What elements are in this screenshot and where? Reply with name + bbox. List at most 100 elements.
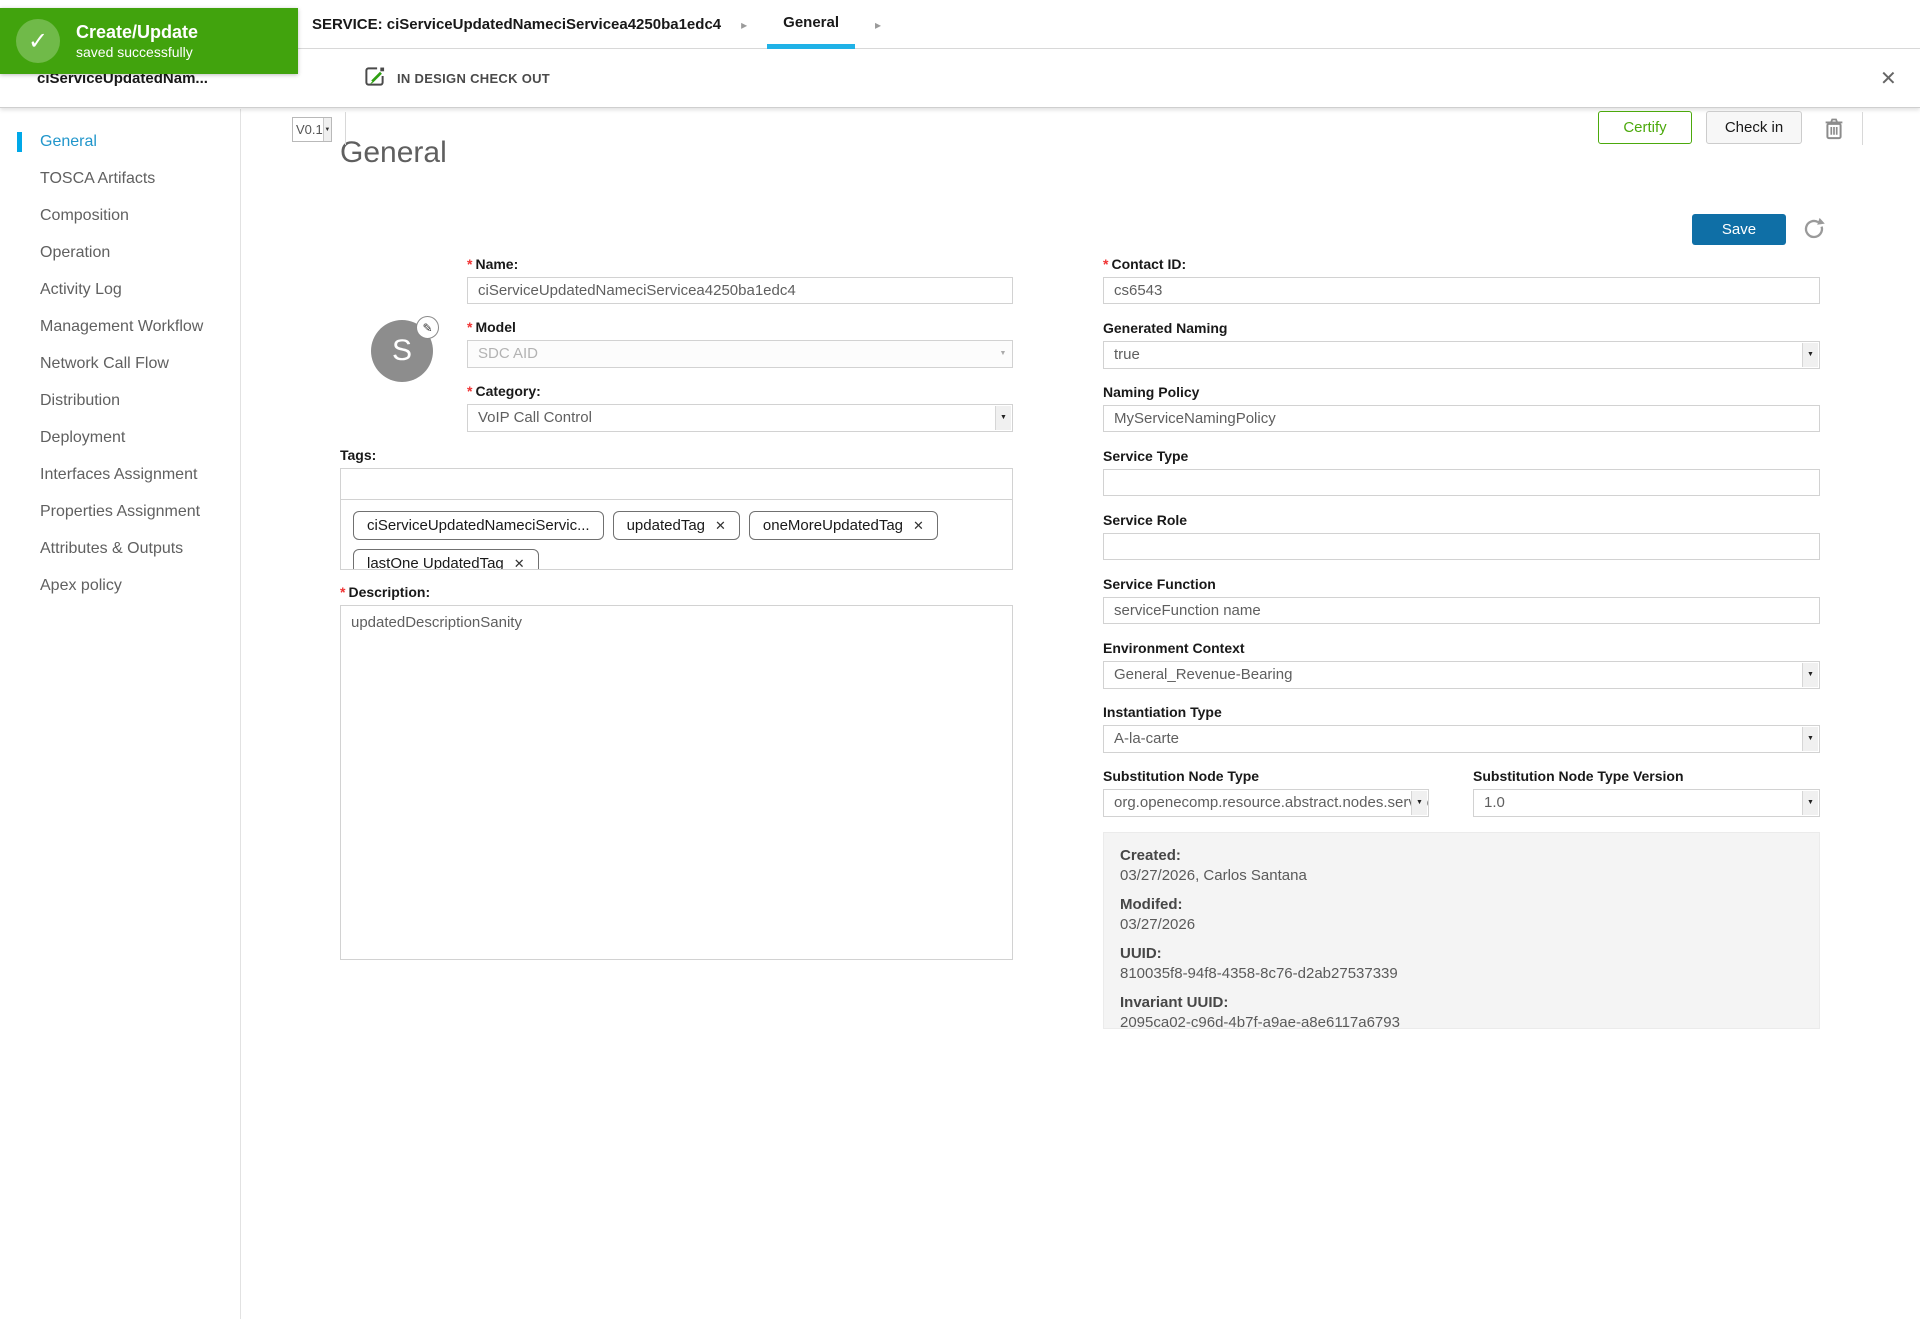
environment-context-label: Environment Context <box>1103 640 1245 656</box>
checkout-icon <box>362 64 387 94</box>
chevron-down-icon: ▼ <box>1802 663 1818 687</box>
tag-chip: updatedTag ✕ <box>612 511 740 540</box>
toast-title: Create/Update <box>76 21 199 42</box>
check-in-button[interactable]: Check in <box>1706 111 1802 144</box>
name-field-group: * Name: <box>467 255 1013 304</box>
tag-chip: ciServiceUpdatedNameciServic... <box>353 511 604 540</box>
version-select[interactable]: V0.1 ▼ <box>292 117 332 142</box>
generated-naming-label: Generated Naming <box>1103 320 1228 336</box>
breadcrumb-service[interactable]: SERVICE: ciServiceUpdatedNameciServicea4… <box>312 16 721 33</box>
sidebar-item-network-call-flow[interactable]: Network Call Flow <box>0 345 240 382</box>
contact-id-label: Contact ID: <box>1111 256 1187 272</box>
toast-text: Create/Update saved successfully <box>76 22 198 61</box>
sidebar-item-tosca-artifacts[interactable]: TOSCA Artifacts <box>0 160 240 197</box>
name-input[interactable] <box>467 277 1013 304</box>
category-value: VoIP Call Control <box>478 409 592 426</box>
tag-chip: lastOne UpdatedTag ✕ <box>353 549 539 570</box>
certify-button[interactable]: Certify <box>1598 111 1692 144</box>
breadcrumb-arrow-icon: ▸ <box>875 17 882 32</box>
save-button[interactable]: Save <box>1692 214 1786 245</box>
required-asterisk: * <box>467 256 473 272</box>
version-value: V0.1 <box>296 122 323 137</box>
sidebar-item-activity-log[interactable]: Activity Log <box>0 271 240 308</box>
environment-context-field-group: Environment Context General_Revenue-Bear… <box>1103 639 1820 689</box>
model-select[interactable]: SDC AID ▼ <box>467 340 1013 368</box>
lifecycle-status-label: IN DESIGN CHECK OUT <box>397 71 551 86</box>
required-asterisk: * <box>467 319 473 335</box>
instantiation-type-label: Instantiation Type <box>1103 704 1222 720</box>
invariant-uuid-label: Invariant UUID: <box>1120 994 1229 1011</box>
chevron-down-icon: ▼ <box>999 350 1007 357</box>
sidebar-item-composition[interactable]: Composition <box>0 197 240 234</box>
required-asterisk: * <box>1103 256 1109 272</box>
sidebar-item-management-workflow[interactable]: Management Workflow <box>0 308 240 345</box>
service-role-label: Service Role <box>1103 512 1188 528</box>
tags-input[interactable] <box>341 469 1012 500</box>
sidebar-item-apex-policy[interactable]: Apex policy <box>0 567 240 604</box>
category-label: Category: <box>475 383 541 399</box>
delete-icon[interactable] <box>1824 117 1844 145</box>
tab-general[interactable]: General <box>767 0 856 49</box>
substitution-node-type-version-value: 1.0 <box>1484 794 1505 811</box>
model-label: Model <box>475 319 516 335</box>
instantiation-type-value: A-la-carte <box>1114 730 1180 747</box>
naming-policy-input[interactable] <box>1103 405 1820 432</box>
created-label: Created: <box>1120 847 1181 864</box>
generated-naming-value: true <box>1114 346 1140 363</box>
required-asterisk: * <box>467 383 473 399</box>
service-function-input[interactable] <box>1103 597 1820 624</box>
contact-id-input[interactable] <box>1103 277 1820 304</box>
instantiation-type-select[interactable]: A-la-carte ▼ <box>1103 725 1820 753</box>
sidebar-item-attributes-outputs[interactable]: Attributes & Outputs <box>0 530 240 567</box>
instantiation-type-field-group: Instantiation Type A-la-carte ▼ <box>1103 703 1820 753</box>
sidebar-item-interfaces-assignment[interactable]: Interfaces Assignment <box>0 456 240 493</box>
tags-label: Tags: <box>340 447 377 463</box>
uuid-value: 810035f8-94f8-4358-8c76-d2ab27537339 <box>1120 965 1398 982</box>
service-type-field-group: Service Type <box>1103 447 1820 496</box>
generated-naming-select[interactable]: true ▼ <box>1103 341 1820 369</box>
sidebar-item-properties-assignment[interactable]: Properties Assignment <box>0 493 240 530</box>
breadcrumb-arrow-icon: ▸ <box>741 17 748 32</box>
avatar-letter: S <box>391 334 412 367</box>
metadata-box: Created: 03/27/2026, Carlos Santana Modi… <box>1103 832 1820 1031</box>
created-value: 03/27/2026, Carlos Santana <box>1120 867 1307 884</box>
chevron-down-icon: ▼ <box>1802 791 1818 815</box>
remove-tag-icon[interactable]: ✕ <box>715 518 726 534</box>
page-title: General <box>340 136 447 169</box>
substitution-node-type-version-label: Substitution Node Type Version <box>1473 768 1684 784</box>
service-type-input[interactable] <box>1103 469 1820 496</box>
service-role-field-group: Service Role <box>1103 511 1820 560</box>
model-value: SDC AID <box>478 345 539 362</box>
service-role-input[interactable] <box>1103 533 1820 560</box>
substitution-node-type-version-field-group: Substitution Node Type Version 1.0 ▼ <box>1473 767 1820 817</box>
lifecycle-status: IN DESIGN CHECK OUT <box>362 49 550 108</box>
category-field-group: * Category: VoIP Call Control ▼ <box>467 382 1013 432</box>
revert-icon[interactable] <box>1801 216 1827 247</box>
remove-tag-icon[interactable]: ✕ <box>514 556 525 570</box>
generated-naming-field-group: Generated Naming true ▼ <box>1103 319 1820 369</box>
edit-avatar-icon[interactable]: ✎ <box>416 316 439 339</box>
environment-context-value: General_Revenue-Bearing <box>1114 666 1293 683</box>
toast-subtitle: saved successfully <box>76 43 193 60</box>
substitution-node-type-version-select[interactable]: 1.0 ▼ <box>1473 789 1820 817</box>
sidebar-item-operation[interactable]: Operation <box>0 234 240 271</box>
invariant-uuid-value: 2095ca02-c96d-4b7f-a9ae-a8e6117a6793 <box>1120 1014 1400 1031</box>
close-icon[interactable]: ✕ <box>1880 49 1897 108</box>
environment-context-select[interactable]: General_Revenue-Bearing ▼ <box>1103 661 1820 689</box>
success-check-icon: ✓ <box>16 19 60 63</box>
category-select[interactable]: VoIP Call Control ▼ <box>467 404 1013 432</box>
chevron-down-icon: ▼ <box>1802 343 1818 367</box>
description-textarea[interactable]: updatedDescriptionSanity <box>340 605 1013 960</box>
toolbar-divider <box>345 112 346 145</box>
sidebar-item-distribution[interactable]: Distribution <box>0 382 240 419</box>
sidebar-item-deployment[interactable]: Deployment <box>0 419 240 456</box>
avatar: S ✎ <box>371 316 439 382</box>
substitution-node-type-select[interactable]: org.openecomp.resource.abstract.nodes.se… <box>1103 789 1429 817</box>
sidebar-menu: General TOSCA Artifacts Composition Oper… <box>0 109 241 1319</box>
remove-tag-icon[interactable]: ✕ <box>913 518 924 534</box>
modified-label: Modifed: <box>1120 896 1183 913</box>
chevron-down-icon: ▼ <box>1411 791 1427 815</box>
sidebar-item-general[interactable]: General <box>0 123 240 160</box>
success-toast: ✓ Create/Update saved successfully <box>0 8 298 74</box>
chevron-down-icon: ▼ <box>322 118 331 141</box>
